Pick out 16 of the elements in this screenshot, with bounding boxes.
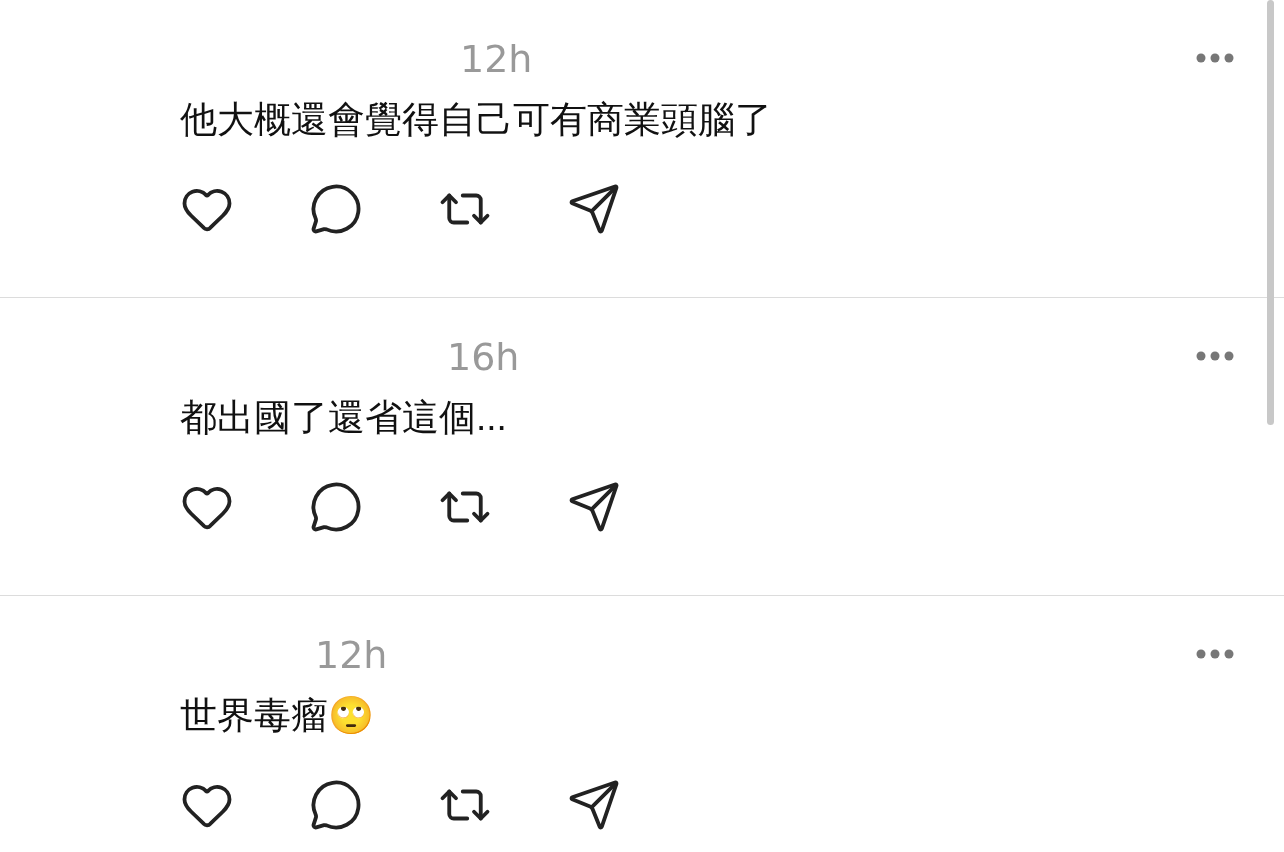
comment-text: 都出國了還省這個... — [180, 396, 507, 440]
scrollbar[interactable] — [1267, 0, 1274, 425]
comment-text: 他大概還會覺得自己可有商業頭腦了 — [180, 98, 772, 142]
more-options-button[interactable] — [1196, 351, 1234, 361]
reply-button[interactable] — [309, 480, 363, 534]
share-button[interactable] — [567, 480, 621, 534]
reply-button[interactable] — [309, 182, 363, 236]
more-options-button[interactable] — [1196, 53, 1234, 63]
timestamp: 16h — [447, 334, 520, 380]
share-button[interactable] — [567, 182, 621, 236]
reply-button[interactable] — [309, 778, 363, 832]
timestamp: 12h — [460, 36, 533, 82]
comment-text: 世界毒瘤🙄 — [180, 694, 374, 738]
share-button[interactable] — [567, 778, 621, 832]
more-options-button[interactable] — [1196, 649, 1234, 659]
timestamp: 12h — [315, 632, 388, 678]
